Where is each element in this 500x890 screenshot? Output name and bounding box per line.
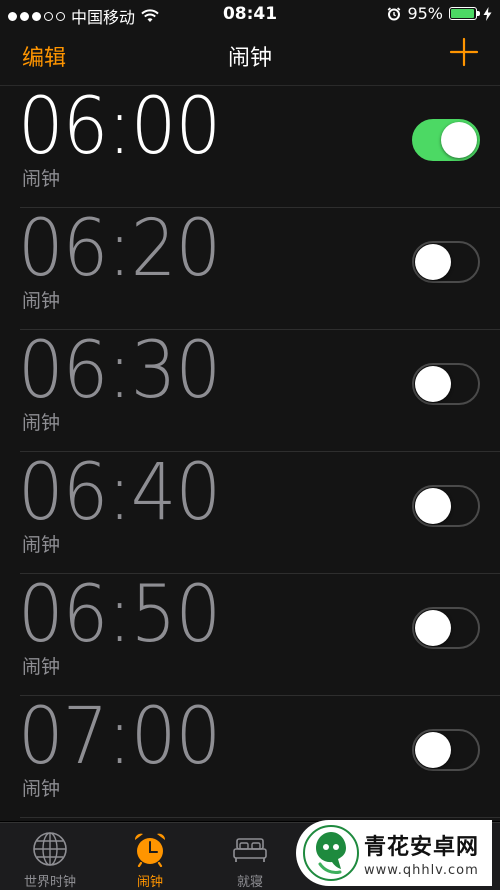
tab-bedtime[interactable]: 就寝 (200, 823, 300, 890)
tab-bar: 世界时钟 闹钟 就寝 青花安卓网 www.qhhlv.com (0, 820, 500, 890)
toggle-knob (441, 122, 477, 158)
alarm-time: 06:00 (18, 82, 221, 172)
battery-cap (477, 11, 480, 16)
alarm-row[interactable]: 06:20 闹钟 (0, 208, 500, 330)
toggle-knob (415, 610, 451, 646)
alarm-label: 闹钟 (22, 778, 61, 800)
alarm-toggle[interactable] (412, 119, 480, 161)
bed-icon (233, 838, 267, 862)
alarm-clock-icon (134, 833, 166, 867)
alarm-time: 06:20 (18, 204, 221, 294)
alarm-row[interactable]: 06:00 闹钟 (0, 86, 500, 208)
alarm-toggle[interactable] (412, 729, 480, 771)
watermark-badge: 青花安卓网 www.qhhlv.com (296, 820, 492, 886)
alarm-row[interactable]: 07:00 闹钟 (0, 696, 500, 818)
watermark-text: 青花安卓网 www.qhhlv.com (364, 829, 479, 878)
charging-bolt-icon (483, 6, 492, 21)
watermark-logo-icon (303, 825, 359, 881)
alarm-label: 闹钟 (22, 656, 61, 678)
tab-alarm[interactable]: 闹钟 (100, 823, 200, 890)
tab-label: 世界时钟 (23, 875, 76, 890)
battery-percent: 95% (407, 4, 443, 23)
alarm-status-icon (388, 6, 401, 20)
alarm-list: 06:00 闹钟 06:20 闹钟 06:30 闹钟 06:40 闹钟 06:5… (0, 86, 500, 821)
toggle-knob (415, 366, 451, 402)
alarm-label: 闹钟 (22, 168, 61, 190)
alarm-time: 06:30 (18, 326, 221, 416)
plus-icon[interactable] (446, 34, 482, 70)
watermark-url: www.qhhlv.com (364, 862, 479, 878)
navigation-bar: 编辑 闹钟 (0, 28, 500, 86)
page-title: 闹钟 (227, 46, 272, 71)
tab-label: 闹钟 (136, 875, 163, 890)
battery-icon (449, 7, 480, 20)
tab-world-clock[interactable]: 世界时钟 (0, 823, 100, 890)
alarm-toggle[interactable] (412, 363, 480, 405)
watermark-title: 青花安卓网 (364, 834, 480, 860)
tab-label: 就寝 (236, 875, 263, 890)
toggle-knob (415, 244, 451, 280)
alarm-label: 闹钟 (22, 412, 61, 434)
alarm-toggle[interactable] (412, 485, 480, 527)
alarm-row[interactable]: 06:30 闹钟 (0, 330, 500, 452)
alarm-toggle[interactable] (412, 241, 480, 283)
toggle-knob (415, 732, 451, 768)
alarm-row[interactable]: 06:40 闹钟 (0, 452, 500, 574)
edit-button[interactable]: 编辑 (22, 40, 66, 72)
alarm-time: 06:40 (18, 448, 221, 538)
alarm-time: 06:50 (18, 570, 221, 660)
alarm-time: 07:00 (18, 692, 221, 782)
alarm-toggle[interactable] (412, 607, 480, 649)
status-right: 95% (387, 4, 492, 23)
alarm-label: 闹钟 (22, 534, 61, 556)
battery-level-fill (451, 9, 474, 18)
status-bar: 中国移动 08:41 95% (0, 0, 500, 28)
alarm-row[interactable]: 06:50 闹钟 (0, 574, 500, 696)
alarm-label: 闹钟 (22, 290, 61, 312)
toggle-knob (415, 488, 451, 524)
globe-icon (33, 832, 67, 866)
